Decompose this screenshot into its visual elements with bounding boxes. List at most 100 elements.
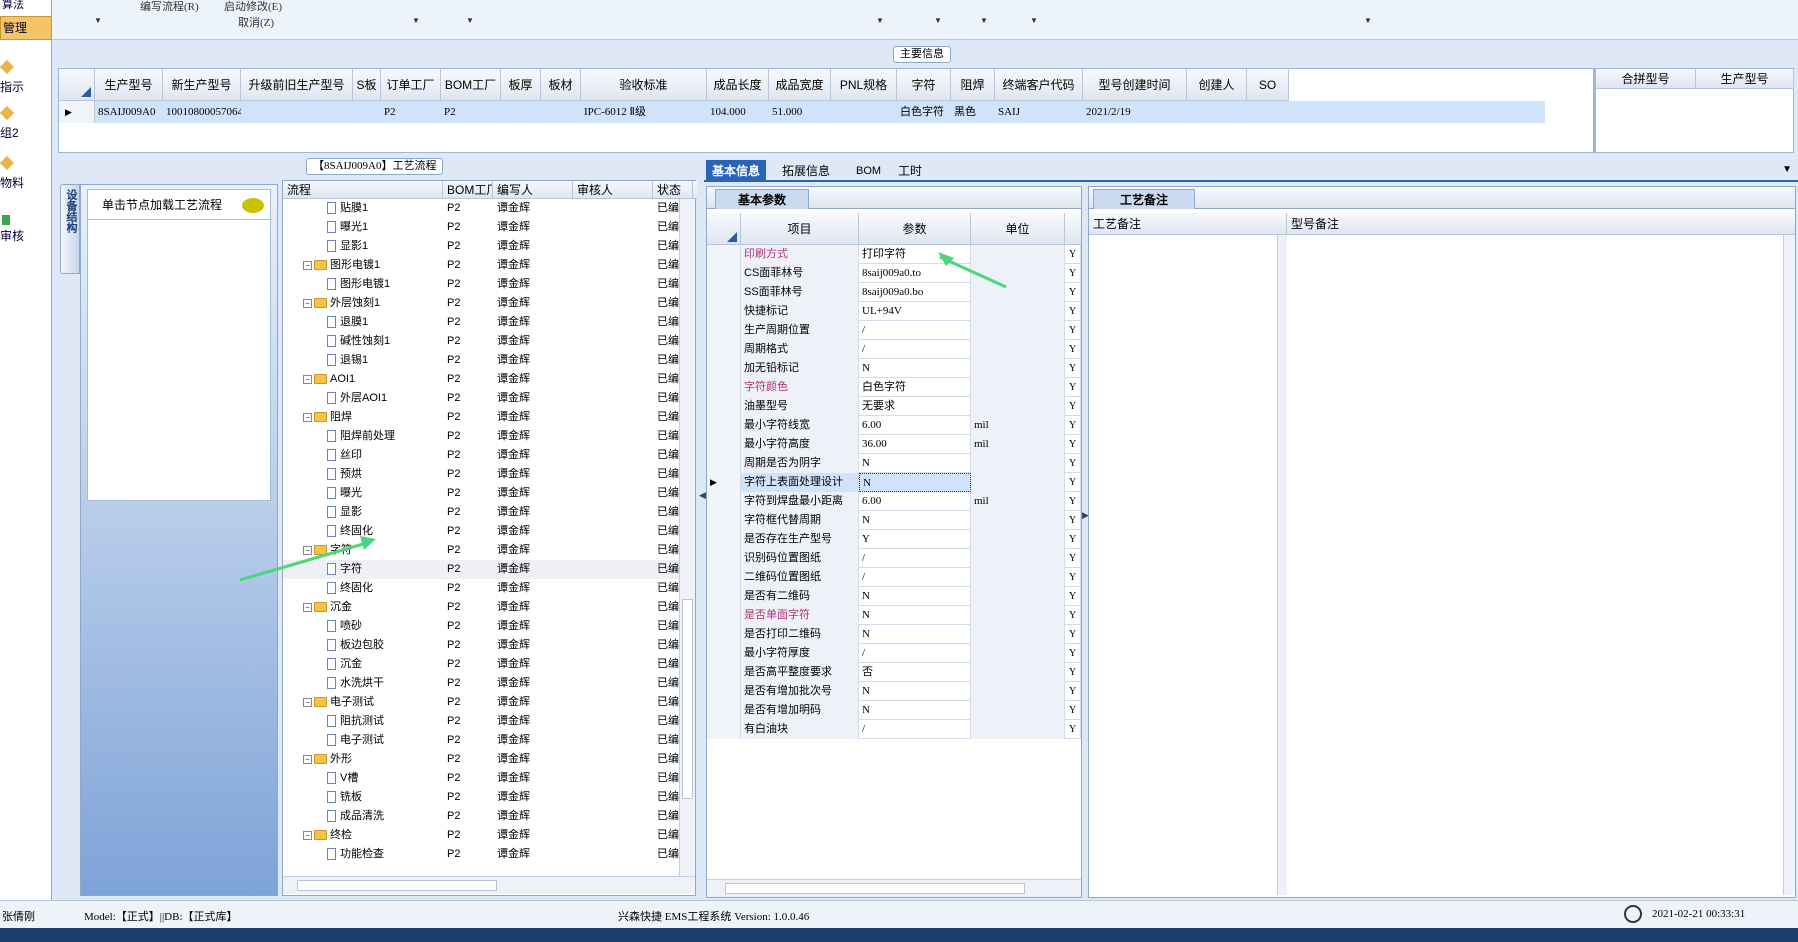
collapse-icon[interactable]: −	[303, 697, 312, 707]
main-cell[interactable]	[834, 101, 897, 123]
main-cell[interactable]: IPC-6012 Ⅱ级	[584, 101, 707, 123]
tree-node[interactable]: V槽	[283, 769, 443, 788]
tab-bom[interactable]: BOM	[850, 160, 887, 182]
chevron-down-icon[interactable]: ▼	[466, 16, 474, 25]
main-cell[interactable]: SAIJ	[998, 101, 1083, 123]
chevron-down-icon[interactable]: ▼	[980, 16, 988, 25]
param-row[interactable]: 最小字符厚度 / Y	[707, 644, 1081, 663]
main-cell[interactable]: P2	[384, 101, 441, 123]
main-cell[interactable]	[1250, 101, 1289, 123]
main-col-header[interactable]: 终端客户代码	[995, 69, 1083, 101]
main-cell[interactable]: 白色字符	[900, 101, 951, 123]
tree-row[interactable]: 功能检查 P2 谭金辉 已编辑	[283, 845, 679, 864]
tree-node[interactable]: 沉金	[283, 655, 443, 674]
tree-col-header[interactable]: BOM工厂	[443, 181, 493, 199]
notes-scrollbar-v[interactable]	[1277, 235, 1287, 895]
param-value[interactable]: /	[859, 720, 971, 739]
main-col-header[interactable]: BOM工厂	[441, 69, 501, 101]
param-value[interactable]: /	[859, 644, 971, 663]
tree-node[interactable]: 成品清洗	[283, 807, 443, 826]
main-col-header[interactable]: 成品宽度	[769, 69, 831, 101]
tree-row[interactable]: 成品清洗 P2 谭金辉 已编辑	[283, 807, 679, 826]
tree-row[interactable]: 水洗烘干 P2 谭金辉 已编辑	[283, 674, 679, 693]
tree-row[interactable]: 铣板 P2 谭金辉 已编辑	[283, 788, 679, 807]
scroll-thumb[interactable]	[725, 883, 1025, 894]
notes-scrollbar-v[interactable]	[1783, 235, 1795, 895]
nav-item-review[interactable]: 审核	[0, 215, 52, 255]
main-col-header[interactable]: 板厚	[501, 69, 541, 101]
tree-row[interactable]: 贴膜1 P2 谭金辉 已编辑	[283, 199, 679, 218]
chevron-down-icon[interactable]: ▼	[1030, 16, 1038, 25]
tree-node[interactable]: 贴膜1	[283, 199, 443, 218]
collapse-icon[interactable]: −	[303, 830, 312, 840]
scroll-thumb[interactable]	[297, 880, 497, 891]
tab-basic-info[interactable]: 基本信息	[706, 160, 767, 182]
sub-tab-basic-params[interactable]: 基本参数	[715, 189, 810, 209]
tree-row[interactable]: 沉金 P2 谭金辉 已编辑	[283, 655, 679, 674]
process-notes-area[interactable]	[1089, 235, 1279, 895]
tree-col-header[interactable]: 流程	[283, 181, 443, 199]
main-cell[interactable]	[1190, 101, 1247, 123]
tree-row[interactable]: − 外形 P2 谭金辉 已编辑	[283, 750, 679, 769]
main-col-header[interactable]: 阻焊	[951, 69, 995, 101]
load-process-node[interactable]: 单击节点加载工艺流程	[88, 190, 272, 220]
main-cell[interactable]: 104.000	[710, 101, 769, 123]
nav-item-instruct[interactable]: 指示	[0, 59, 52, 102]
chevron-down-icon[interactable]: ▼	[94, 16, 102, 25]
main-col-header[interactable]: SO	[1247, 69, 1289, 101]
menu-cancel[interactable]: 取消(Z)	[238, 14, 274, 30]
params-scrollbar-h[interactable]	[707, 879, 1081, 897]
main-col-header[interactable]: 型号创建时间	[1083, 69, 1187, 101]
tree-row[interactable]: − 电子测试 P2 谭金辉 已编辑	[283, 693, 679, 712]
main-col-header[interactable]: 订单工厂	[381, 69, 441, 101]
nav-item-algo[interactable]: 算法	[0, 0, 52, 11]
main-cell[interactable]: 黑色	[954, 101, 995, 123]
main-cell[interactable]: 10010800057064	[166, 101, 241, 123]
nav-item-material[interactable]: 物料	[0, 155, 52, 198]
main-col-header[interactable]: 升级前旧生产型号	[241, 69, 353, 101]
param-row[interactable]: 是否打印二维码 N Y	[707, 625, 1081, 644]
model-notes-area[interactable]	[1287, 235, 1783, 895]
param-value[interactable]: N	[859, 701, 971, 720]
tree-row[interactable]: 阻抗测试 P2 谭金辉 已编辑	[283, 712, 679, 731]
tree-node[interactable]: 喷砂	[283, 617, 443, 636]
main-col-header[interactable]: 验收标准	[581, 69, 707, 101]
tree-node[interactable]: 阻抗测试	[283, 712, 443, 731]
main-cell[interactable]: 2021/2/19	[1086, 101, 1187, 123]
main-cell[interactable]: P2	[444, 101, 501, 123]
tree-row[interactable]: − 沉金 P2 谭金辉 已编辑	[283, 598, 679, 617]
param-value[interactable]: 否	[859, 663, 971, 682]
nav-item-group2[interactable]: 组2	[0, 105, 52, 148]
collapse-icon[interactable]: −	[303, 754, 312, 764]
menu-start-modify[interactable]: 启动修改(E)	[224, 0, 282, 14]
collapse-icon[interactable]: −	[303, 602, 312, 612]
tree-node[interactable]: 铣板	[283, 788, 443, 807]
main-col-header[interactable]: S板	[353, 69, 381, 101]
main-col-header[interactable]: 创建人	[1187, 69, 1247, 101]
chevron-down-icon[interactable]: ▼	[1364, 16, 1372, 25]
tree-row[interactable]: V槽 P2 谭金辉 已编辑	[283, 769, 679, 788]
tree-node[interactable]: − 外形	[283, 750, 443, 769]
tree-node[interactable]: − 电子测试	[283, 693, 443, 712]
chevron-down-icon[interactable]: ▼	[1782, 164, 1792, 175]
main-col-header[interactable]: 成品长度	[707, 69, 769, 101]
chevron-down-icon[interactable]: ▼	[876, 16, 884, 25]
main-col-header[interactable]: 板材	[541, 69, 581, 101]
tree-row[interactable]: − 终检 P2 谭金辉 已编辑	[283, 826, 679, 845]
param-value[interactable]: N	[859, 682, 971, 701]
tab-work-hours[interactable]: 工时	[892, 160, 928, 182]
param-row[interactable]: 有白油块 / Y	[707, 720, 1081, 739]
tree-node[interactable]: 板边包胶	[283, 636, 443, 655]
param-row[interactable]: 是否有增加明码 N Y	[707, 701, 1081, 720]
tab-extended-info[interactable]: 拓展信息	[776, 160, 836, 182]
tree-row[interactable]: 板边包胶 P2 谭金辉 已编辑	[283, 636, 679, 655]
chevron-down-icon[interactable]: ▼	[934, 16, 942, 25]
tree-scrollbar-h[interactable]	[283, 876, 695, 894]
tree-node[interactable]: 电子测试	[283, 731, 443, 750]
main-col-header[interactable]: PNL规格	[831, 69, 897, 101]
main-col-header[interactable]: 新生产型号	[163, 69, 241, 101]
main-cell[interactable]	[544, 101, 581, 123]
main-col-header[interactable]: 字符	[897, 69, 951, 101]
main-cell[interactable]	[356, 101, 381, 123]
tree-row[interactable]: 喷砂 P2 谭金辉 已编辑	[283, 617, 679, 636]
